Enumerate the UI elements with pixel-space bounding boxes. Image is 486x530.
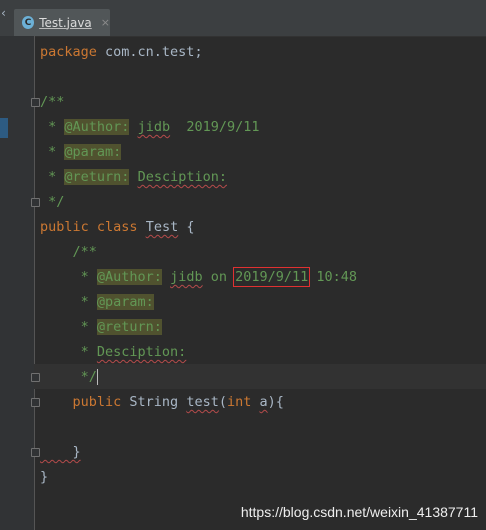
code-line-5: * @param: [40, 140, 122, 165]
class-name: Test [145, 219, 179, 235]
code-editor[interactable]: package com.cn.test; /** * @Author: jidb… [35, 36, 486, 530]
java-class-icon: C [22, 16, 35, 29]
brace: ){ [267, 394, 284, 410]
comment-prefix: * [40, 269, 97, 285]
code-line-15: public String test(int a){ [40, 390, 284, 415]
code-line-4: * @Author: jidb 2019/9/11 [40, 115, 259, 140]
code-line-8: public class Test { [40, 215, 194, 240]
editor-tab-bar: ‹ C Test.java × [0, 0, 486, 37]
comment-prefix: * [40, 169, 65, 185]
code-line-6: * @return: Desciption: [40, 165, 227, 190]
keyword: package [40, 44, 97, 60]
comment-prefix: * [40, 119, 65, 135]
comment-text: Desciption: [96, 344, 187, 360]
code-line-12: * @return: [40, 315, 162, 340]
code-line-11: * @param: [40, 290, 154, 315]
brace: { [178, 219, 195, 235]
code-line-3: /** [40, 90, 64, 115]
javadoc-tag: @param: [64, 144, 122, 160]
scroll-tabs-left-icon[interactable]: ‹ [0, 6, 10, 20]
comment-date: 2019/9/11 [170, 119, 260, 135]
author-name: jidb [170, 269, 203, 285]
code-line-7: */ [40, 190, 64, 215]
author-name: jidb [137, 119, 171, 135]
comment-open: /** [40, 244, 97, 260]
param-name: a [259, 394, 268, 410]
tab-label: Test.java [39, 15, 92, 30]
comment-close: */ [40, 369, 97, 385]
javadoc-tag: @return: [64, 169, 130, 185]
watermark: https://blog.csdn.net/weixin_41387711 [240, 504, 478, 520]
tool-window-strip [0, 36, 10, 530]
code-line-10: * @Author: jidb on 2019/9/11 10:48 [40, 265, 357, 290]
code-line-9: /** [40, 240, 97, 265]
method-name: test [186, 394, 219, 410]
code-line-17: } [40, 440, 81, 465]
comment-prefix: * [40, 294, 97, 310]
highlighted-date: 2019/9/11 [233, 267, 311, 287]
tab-test-java[interactable]: C Test.java × [14, 9, 110, 36]
keyword: public [40, 394, 130, 410]
code-line-13: * Desciption: [40, 340, 187, 365]
paren: ( [218, 394, 227, 410]
javadoc-tag: @return: [96, 319, 162, 335]
comment-prefix: * [40, 319, 97, 335]
comment-time: 10:48 [308, 269, 358, 285]
comment-text: on [202, 269, 236, 285]
javadoc-tag: @Author: [64, 119, 130, 135]
package-name: com.cn.test; [96, 44, 203, 60]
keyword: public class [40, 219, 138, 235]
comment-prefix: * [40, 144, 65, 160]
javadoc-tag: @Author: [96, 269, 162, 285]
comment-prefix: * [40, 344, 97, 360]
code-line-14: */ [40, 365, 98, 390]
text-caret [96, 369, 98, 385]
brace: } [40, 444, 81, 460]
comment-close: */ [40, 194, 65, 210]
return-type: String [129, 394, 187, 410]
comment-text: Desciption: [137, 169, 227, 185]
tool-window-marker[interactable] [0, 118, 8, 138]
close-tab-icon[interactable]: × [101, 16, 110, 29]
param-type: int [226, 394, 260, 410]
brace: } [40, 469, 49, 485]
comment-open: /** [40, 94, 65, 110]
javadoc-tag: @param: [96, 294, 154, 310]
code-line-18: } [40, 465, 48, 490]
code-line-1: package com.cn.test; [40, 40, 203, 65]
